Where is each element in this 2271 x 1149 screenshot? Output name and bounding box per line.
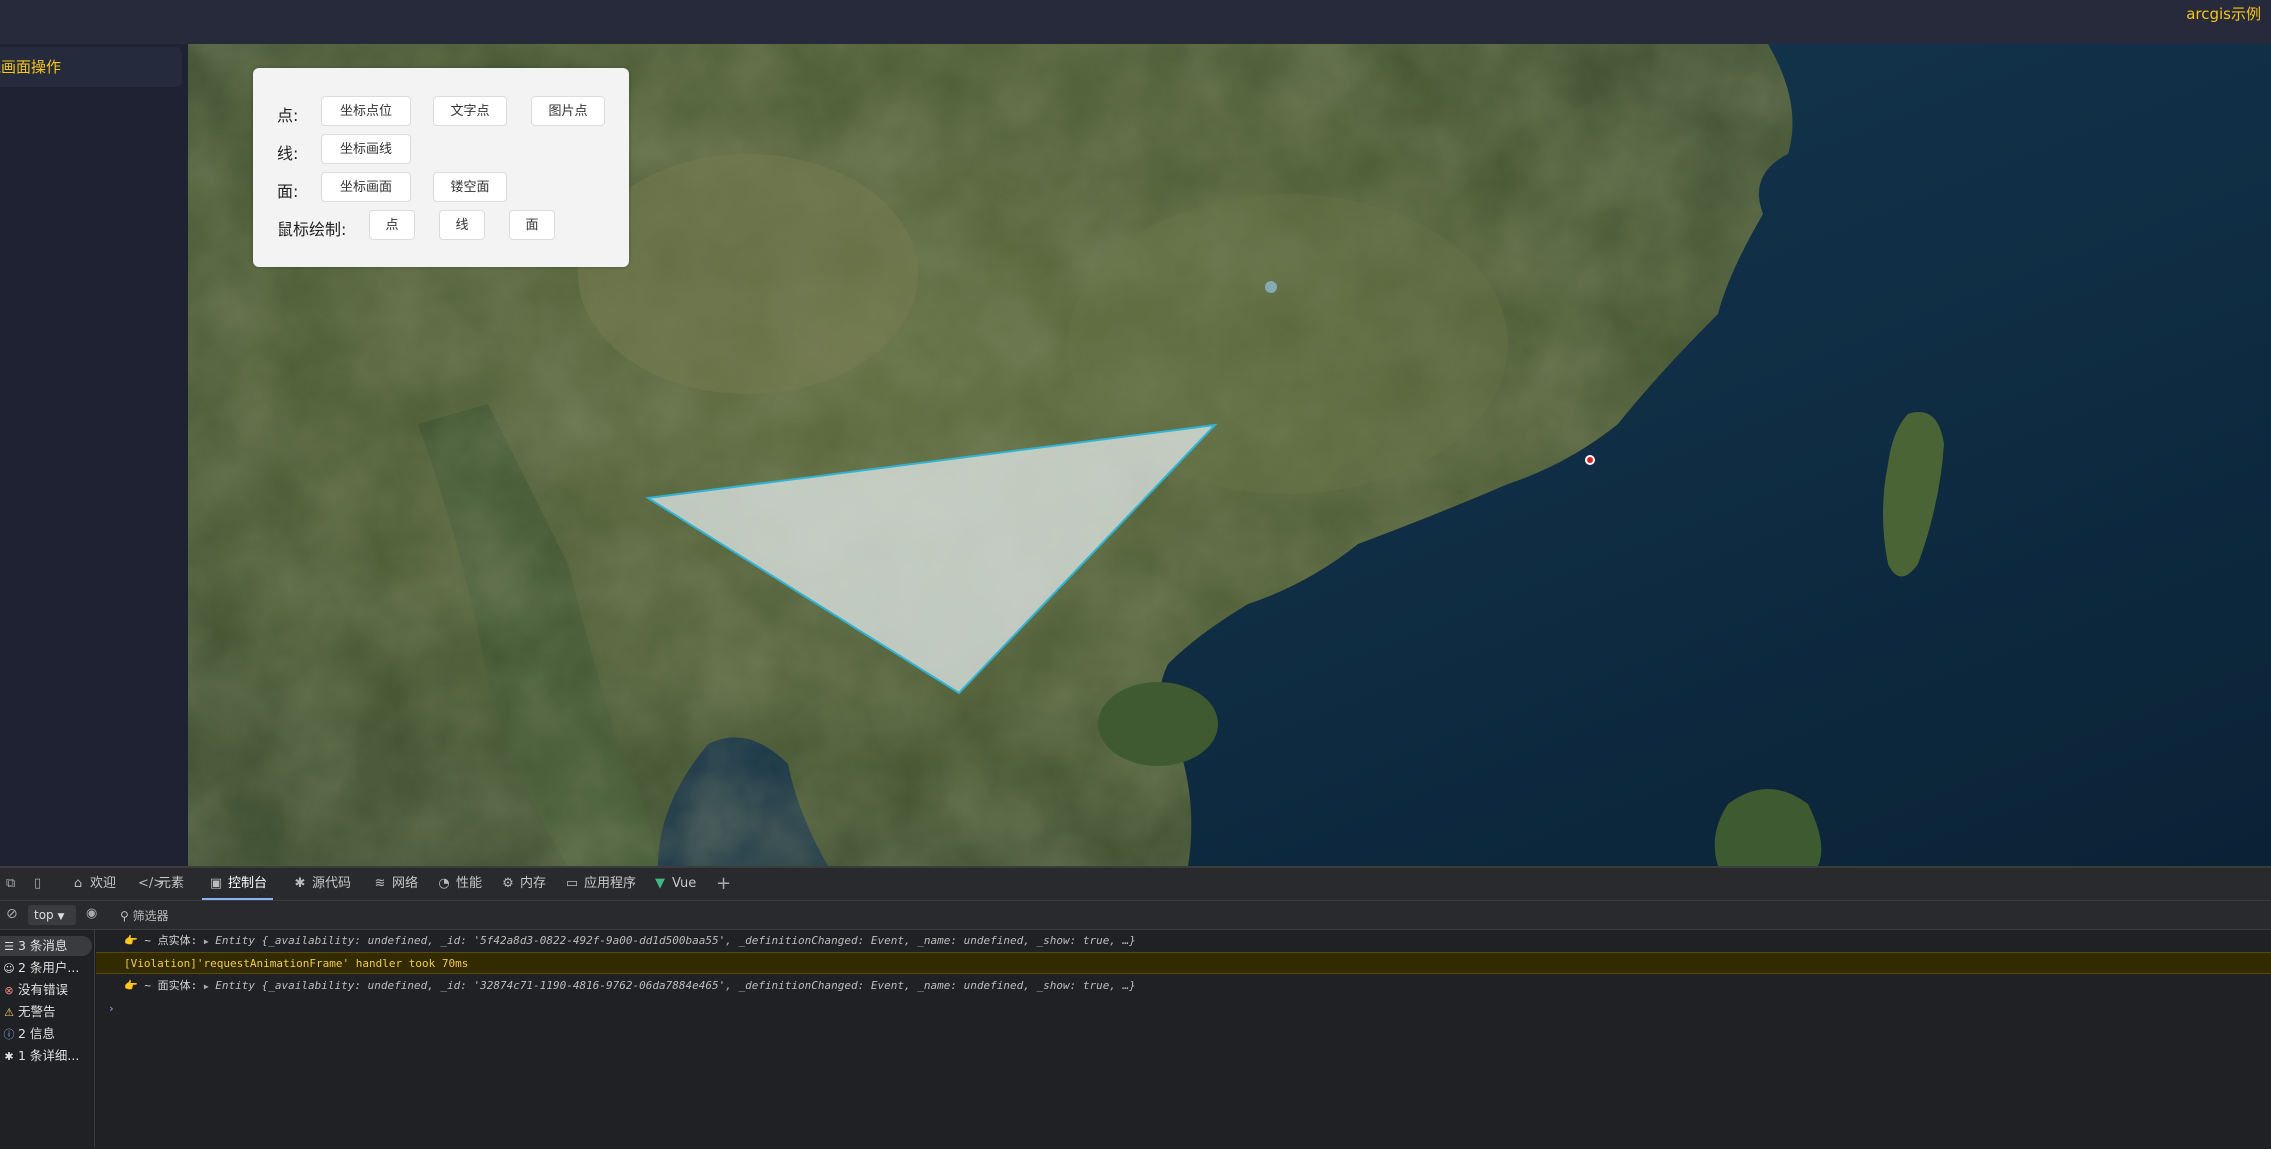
filter-input[interactable]: ⚲ 筛选器: [120, 907, 169, 924]
add-tab-icon[interactable]: +: [716, 868, 731, 900]
expand-triangle-icon[interactable]: ▶: [204, 982, 209, 991]
devtools-panel: ⧉ ▯ ⌂ 欢迎 </>元素 ▣ 控制台 ✱ 源代码 ≋ 网络 ◔ 性能 ⚙ 内存 ▭ 应用程…: [0, 866, 2271, 1149]
tab-memory[interactable]: ⚙ 内存: [500, 868, 546, 900]
image-point-button[interactable]: 图片点: [531, 96, 605, 126]
sidebar-item-info[interactable]: ⓘ 2 信息: [0, 1024, 92, 1044]
coordinate-line-button[interactable]: 坐标画线: [321, 134, 411, 164]
tab-sources[interactable]: ✱ 源代码: [292, 868, 351, 900]
warning-icon: ⚠: [4, 1006, 14, 1019]
window-icon: ▭: [565, 876, 579, 891]
app-header: arcgis示例: [0, 0, 2271, 44]
console-icon: ▣: [209, 876, 223, 891]
console-output: 👉 ~ 点实体: ▶ Entity {_availability: undefi…: [96, 930, 2271, 1147]
console-sidebar: ☰ 3 条消息 ☺ 2 条用户... ⊗ 没有错误 ⚠ 无警告 ⓘ 2 信息 ✱ 1 条详细…: [0, 930, 95, 1147]
gauge-icon: ◔: [438, 876, 450, 891]
info-icon: ⓘ: [3, 1028, 15, 1041]
filter-icon: ⚲: [120, 909, 129, 923]
tab-application[interactable]: ▭ 应用程序: [564, 868, 636, 900]
coordinate-polygon-button[interactable]: 坐标画面: [321, 172, 411, 202]
console-prompt[interactable]: ›: [96, 998, 2271, 1020]
list-icon: ☰: [4, 940, 14, 953]
prompt-chevron-icon: ›: [108, 1002, 115, 1015]
mouse-draw-label: 鼠标绘制:: [277, 220, 347, 239]
error-icon: ⊗: [4, 984, 14, 997]
bug-icon: ✱: [4, 1050, 14, 1063]
plateau: [578, 154, 918, 394]
sidebar-item-verbose[interactable]: ✱ 1 条详细...: [0, 1046, 92, 1066]
sidebar-item-messages[interactable]: ☰ 3 条消息: [0, 936, 92, 956]
user-icon: ☺: [3, 962, 15, 975]
console-toolbar: ⊘ top ▼ ◉ ⚲ 筛选器: [0, 901, 2271, 930]
coordinate-point-button[interactable]: 坐标点位: [321, 96, 411, 126]
text-point-button[interactable]: 文字点: [433, 96, 507, 126]
line-row-label: 线:: [277, 144, 299, 163]
vue-icon: ▼: [655, 876, 665, 891]
mouse-draw-polygon-button[interactable]: 面: [509, 210, 555, 240]
tab-vue[interactable]: ▼ Vue: [652, 868, 696, 900]
code-icon: </>: [138, 876, 165, 891]
gear-icon: ⚙: [502, 876, 514, 891]
lake-dot: [1265, 281, 1277, 293]
eye-icon[interactable]: ◉: [86, 906, 97, 921]
polygon-row-label: 面:: [277, 182, 299, 201]
expand-triangle-icon[interactable]: ▶: [204, 937, 209, 946]
log-entry-point[interactable]: 👉 ~ 点实体: ▶ Entity {_availability: undefi…: [96, 930, 2271, 952]
tab-welcome[interactable]: ⌂ 欢迎: [70, 868, 116, 900]
mouse-draw-line-button[interactable]: 线: [439, 210, 485, 240]
tab-elements[interactable]: </>元素: [138, 868, 184, 900]
home-icon: ⌂: [73, 876, 83, 891]
sidebar-item-warnings[interactable]: ⚠ 无警告: [0, 1002, 92, 1022]
point-marker[interactable]: [1587, 457, 1593, 463]
devtools-tab-bar: ⧉ ▯ ⌂ 欢迎 </>元素 ▣ 控制台 ✱ 源代码 ≋ 网络 ◔ 性能 ⚙ 内存 ▭ 应用程…: [0, 868, 2271, 901]
hainan-island: [1098, 682, 1218, 766]
sidebar: 线画面操作: [0, 44, 188, 866]
sidebar-item-errors[interactable]: ⊗ 没有错误: [0, 980, 92, 1000]
mouse-draw-point-button[interactable]: 点: [369, 210, 415, 240]
tab-performance[interactable]: ◔ 性能: [436, 868, 482, 900]
log-entry-polygon[interactable]: 👉 ~ 面实体: ▶ Entity {_availability: undefi…: [96, 975, 2271, 997]
device-toolbar-icon[interactable]: ⧉: [6, 868, 15, 900]
sidebar-item-active[interactable]: 线画面操作: [0, 47, 182, 87]
tab-network[interactable]: ≋ 网络: [372, 868, 418, 900]
sidebar-item-user-messages[interactable]: ☺ 2 条用户...: [0, 958, 92, 978]
clear-console-icon[interactable]: ⊘: [6, 906, 18, 922]
bug-icon: ✱: [294, 876, 306, 891]
log-entry-violation: [Violation]'requestAnimationFrame' handl…: [96, 952, 2271, 974]
tab-console[interactable]: ▣ 控制台: [201, 868, 274, 900]
hollow-polygon-button[interactable]: 镂空面: [433, 172, 507, 202]
dock-icon[interactable]: ▯: [34, 868, 41, 900]
draw-control-panel: 点: 坐标点位 文字点 图片点 线: 坐标画线 面: 坐标画面 镂空面 鼠标绘制…: [253, 68, 629, 267]
point-row-label: 点:: [277, 106, 299, 125]
wifi-icon: ≋: [374, 876, 386, 891]
app-title: arcgis示例: [2186, 5, 2261, 23]
context-select[interactable]: top ▼: [28, 905, 76, 925]
chevron-down-icon: ▼: [57, 912, 65, 922]
